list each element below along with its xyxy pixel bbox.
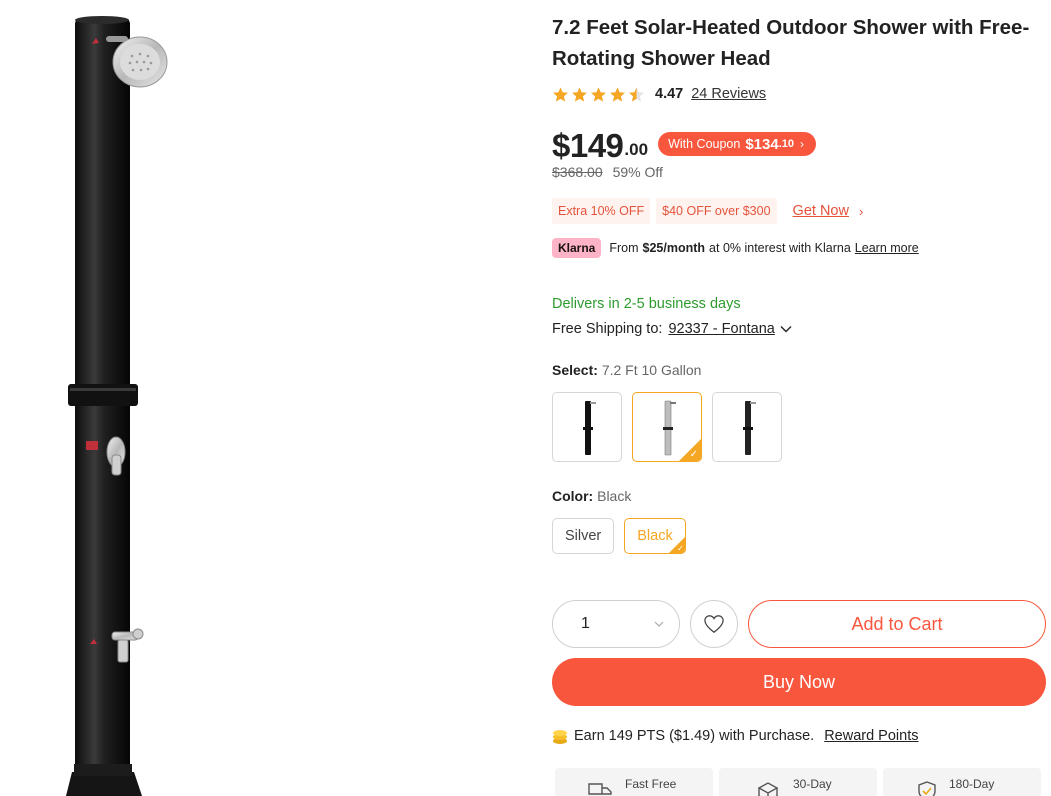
outdoor-shower-image <box>66 16 168 796</box>
color-option-label: Black <box>637 528 673 544</box>
benefit-label: 30-Day <box>793 777 832 791</box>
quantity-value: 1 <box>581 615 590 632</box>
current-price: $149 <box>552 127 624 164</box>
rating-row: 4.47 24 Reviews <box>552 84 766 104</box>
size-select-value: 7.2 Ft 10 Gallon <box>601 362 702 378</box>
buy-now-button[interactable]: Buy Now <box>552 658 1046 706</box>
product-info: 7.2 Feet Solar-Heated Outdoor Shower wit… <box>552 0 1046 796</box>
star-rating <box>552 86 645 103</box>
chevron-right-icon[interactable]: › <box>859 204 863 219</box>
benefits-row: Fast Free 30-Day 180-Day <box>555 768 1041 796</box>
checkmark-icon: ✓ <box>689 449 698 460</box>
color-select-title: Color: <box>552 488 594 504</box>
shipping-row: Free Shipping to: 92337 - Fontana <box>552 321 793 337</box>
return-box-icon <box>757 782 779 796</box>
klarna-suffix: at 0% interest with Klarna <box>709 241 851 255</box>
half-star-icon <box>629 86 644 102</box>
promo-tag: $40 OFF over $300 <box>656 198 777 224</box>
current-price-cents: .00 <box>624 140 649 159</box>
shipping-location-link[interactable]: 92337 - Fontana <box>668 321 774 337</box>
star-icon <box>610 86 625 102</box>
promo-tag: Extra 10% OFF <box>552 198 651 224</box>
star-icon <box>591 86 606 102</box>
coupon-price-cents: .10 <box>778 138 794 150</box>
variant-image <box>743 401 756 455</box>
size-select-label: Select: 7.2 Ft 10 Gallon <box>552 362 701 378</box>
benefit-30-day[interactable]: 30-Day <box>719 768 877 796</box>
benefit-180-day[interactable]: 180-Day <box>883 768 1041 796</box>
coupon-button[interactable]: With Coupon $134 .10 › <box>658 132 816 156</box>
color-option-black[interactable]: Black ✓ <box>624 518 686 554</box>
promotions-row: Extra 10% OFF $40 OFF over $300 Get Now … <box>552 198 863 224</box>
benefit-label: 180-Day <box>949 777 995 791</box>
product-image[interactable] <box>0 0 540 796</box>
quantity-select[interactable]: 1 <box>552 600 680 648</box>
rating-value: 4.47 <box>655 86 684 102</box>
chevron-down-icon <box>654 621 664 627</box>
klarna-amount: $25/month <box>642 241 706 255</box>
coupon-price: $134 <box>745 135 779 153</box>
coins-icon <box>553 730 567 744</box>
size-select-title: Select: <box>552 362 598 378</box>
old-price-row: $368.00 59% Off <box>552 164 663 180</box>
heart-icon <box>704 615 724 633</box>
discount-label: 59% Off <box>612 164 663 180</box>
reward-points-link[interactable]: Reward Points <box>824 728 918 744</box>
variant-thumbnail[interactable] <box>552 392 622 462</box>
coupon-label: With Coupon <box>668 137 741 151</box>
color-select-label: Color: Black <box>552 488 631 504</box>
color-option-silver[interactable]: Silver <box>552 518 615 554</box>
klarna-prefix: From <box>609 241 639 255</box>
truck-icon <box>588 783 612 795</box>
wishlist-button[interactable] <box>690 600 738 648</box>
variant-image <box>583 401 596 455</box>
checkmark-icon: ✓ <box>677 544 684 553</box>
variant-thumbnails: ✓ <box>552 392 782 462</box>
klarna-logo: Klarna <box>552 238 602 258</box>
add-to-cart-button[interactable]: Add to Cart <box>748 600 1046 648</box>
chevron-down-icon[interactable] <box>779 322 793 336</box>
original-price: $368.00 <box>552 164 603 180</box>
color-select-value: Black <box>597 488 632 504</box>
product-title: 7.2 Feet Solar-Heated Outdoor Shower wit… <box>552 16 1030 70</box>
reward-points-text: Earn 149 PTS ($1.49) with Purchase. <box>574 728 815 744</box>
benefit-label: Fast Free <box>625 777 677 791</box>
shield-check-icon <box>918 781 936 796</box>
delivery-estimate: Delivers in 2-5 business days <box>552 296 741 312</box>
color-options: Silver Black ✓ <box>552 518 686 554</box>
reviews-link[interactable]: 24 Reviews <box>691 86 766 102</box>
star-icon <box>553 86 568 102</box>
get-now-link[interactable]: Get Now <box>793 203 849 219</box>
klarna-row: Klarna From $25/month at 0% interest wit… <box>552 237 919 259</box>
variant-thumbnail[interactable] <box>712 392 782 462</box>
benefit-fast-free[interactable]: Fast Free <box>555 768 713 796</box>
price-row: $149 .00 With Coupon $134 .10 › <box>552 124 816 164</box>
shipping-label: Free Shipping to: <box>552 321 663 337</box>
klarna-learn-more-link[interactable]: Learn more <box>855 241 919 255</box>
star-icon <box>572 86 587 102</box>
variant-thumbnail-selected[interactable]: ✓ <box>632 392 702 462</box>
chevron-right-icon: › <box>800 137 804 151</box>
reward-points-row: Earn 149 PTS ($1.49) with Purchase. Rewa… <box>552 725 918 747</box>
